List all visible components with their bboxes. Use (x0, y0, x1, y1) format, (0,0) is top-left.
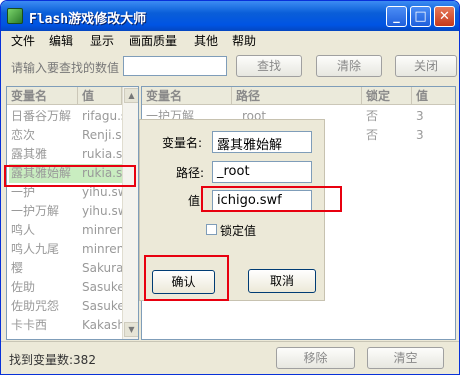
list-item-name[interactable]: 佐助 (9, 278, 78, 297)
menu-quality[interactable]: 画面质量 (129, 32, 177, 49)
close-icon[interactable]: ✕ (434, 6, 455, 27)
list-item-name[interactable]: 一护万解 (9, 202, 78, 221)
highlight-value-field (201, 186, 342, 212)
table-row-cell: 3 (416, 128, 424, 142)
remove-button[interactable]: 移除 (276, 347, 355, 369)
list-item-name[interactable]: 日番谷万解 (9, 107, 78, 126)
list-item-value[interactable]: Sasuke (78, 278, 122, 297)
list-item-name[interactable]: 露其雅 (9, 145, 78, 164)
minimize-icon[interactable]: _ (386, 6, 407, 27)
list-item-name[interactable]: 佐助咒怨 (9, 297, 78, 316)
scrollbar-vertical[interactable]: ▲ ▼ (122, 87, 138, 339)
clear-all-button[interactable]: 清空 (367, 347, 444, 369)
table-row-cell: 否 (366, 109, 379, 123)
list-item-value[interactable]: minren (78, 221, 122, 240)
clear-button[interactable]: 清除 (316, 55, 382, 77)
list-item-value[interactable]: Sasuke (78, 297, 122, 316)
variable-list-left[interactable]: 变量名 值 日番谷万解rifagu.s恋次Renji.s露其雅rukia.s露其… (6, 86, 139, 340)
menu-bar: 文件 编辑 显示 画面质量 其他 帮助 (1, 31, 459, 49)
scroll-up-icon[interactable]: ▲ (124, 88, 138, 103)
list-item-value[interactable]: minren (78, 240, 122, 259)
menu-file[interactable]: 文件 (11, 32, 35, 49)
list-item-value[interactable]: Sakura (78, 259, 122, 278)
lock-checkbox[interactable] (206, 224, 217, 235)
path-field[interactable]: _root (212, 161, 312, 183)
window-title: Flash游戏修改大师 (29, 12, 147, 27)
col-header-path[interactable]: 路径 (232, 87, 362, 105)
search-input[interactable] (123, 56, 227, 76)
find-button[interactable]: 查找 (236, 55, 302, 77)
scroll-down-icon[interactable]: ▼ (124, 322, 138, 337)
list-item-value[interactable]: yihu.sw (78, 202, 122, 221)
list-item-name[interactable]: 鸣人 (9, 221, 78, 240)
search-row: 请输入要查找的数值 查找 清除 关闭 (1, 51, 459, 81)
menu-edit[interactable]: 编辑 (49, 32, 73, 49)
col-header-lock[interactable]: 锁定 (362, 87, 412, 105)
close-button[interactable]: 关闭 (395, 55, 457, 77)
list-item-value[interactable]: Renji.s (78, 126, 122, 145)
path-label: 路径: (176, 166, 205, 180)
col-header-name[interactable]: 变量名 (7, 87, 78, 105)
highlight-ok-button (144, 255, 229, 301)
col-header-value-right[interactable]: 值 (412, 87, 455, 105)
lock-label[interactable]: 锁定值 (220, 222, 256, 239)
col-header-value[interactable]: 值 (78, 87, 122, 105)
cancel-button[interactable]: 取消 (248, 269, 316, 293)
list-item-name[interactable]: 卡卡西 (9, 316, 78, 335)
list-item-value[interactable]: rifagu.s (78, 107, 122, 126)
list-item-name[interactable]: 恋次 (9, 126, 78, 145)
menu-other[interactable]: 其他 (194, 32, 218, 49)
maximize-icon[interactable]: □ (410, 6, 431, 27)
value-label: 值 (188, 194, 201, 208)
main-window: Flash游戏修改大师 _ □ ✕ 文件 编辑 显示 画面质量 其他 帮助 请输… (0, 0, 460, 375)
list-item-name[interactable]: 樱 (9, 259, 78, 278)
list-item-name[interactable]: 鸣人九尾 (9, 240, 78, 259)
highlight-selected-row (4, 165, 136, 187)
table-row-cell: 否 (366, 128, 379, 142)
app-icon (7, 8, 23, 24)
col-header-name-right[interactable]: 变量名 (142, 87, 232, 105)
table-row-cell: 3 (416, 109, 424, 123)
title-bar[interactable]: Flash游戏修改大师 _ □ ✕ (1, 1, 459, 31)
menu-help[interactable]: 帮助 (232, 32, 256, 49)
name-label: 变量名: (162, 136, 203, 150)
search-prompt: 请输入要查找的数值 (11, 61, 120, 75)
variable-name-field[interactable]: 露其雅始解 (212, 131, 312, 153)
status-count: 找到变量数:382 (9, 353, 96, 367)
list-item-value[interactable]: rukia.s (78, 145, 122, 164)
menu-view[interactable]: 显示 (90, 32, 114, 49)
status-bar: 找到变量数:382 移除 清空 (1, 341, 459, 374)
list-item-value[interactable]: Kakash (78, 316, 122, 335)
